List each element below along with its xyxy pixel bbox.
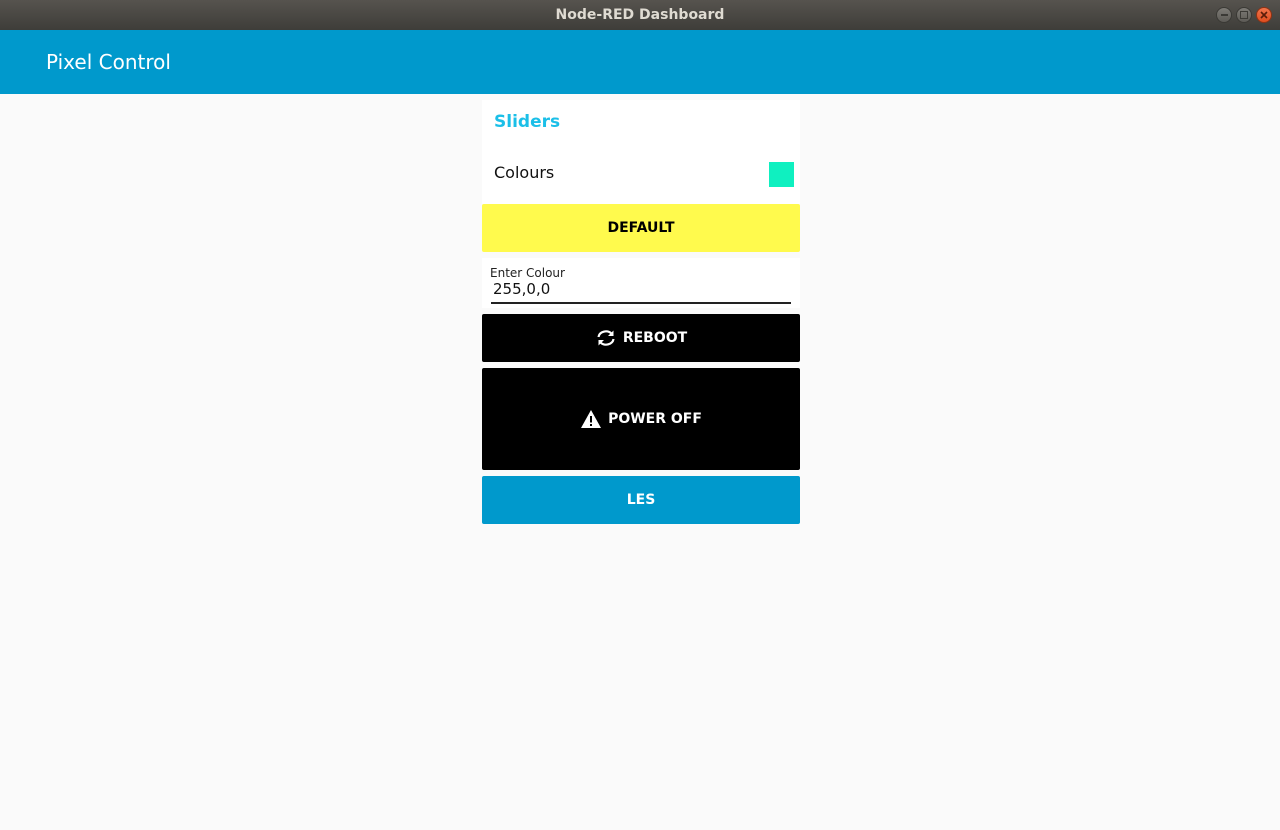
- window-titlebar[interactable]: Node-RED Dashboard: [0, 0, 1280, 30]
- window-title: Node-RED Dashboard: [555, 7, 725, 23]
- colour-swatch[interactable]: [769, 162, 794, 187]
- minimize-icon: [1217, 8, 1231, 22]
- colour-label: Colours: [494, 163, 555, 182]
- group-title: Sliders: [494, 112, 561, 132]
- colour-input[interactable]: [491, 278, 791, 304]
- colour-input-card: Enter Colour: [482, 258, 800, 308]
- default-button-label: DEFAULT: [607, 220, 675, 236]
- default-button[interactable]: DEFAULT: [482, 204, 800, 252]
- app-toolbar: Pixel Control: [0, 30, 1280, 94]
- reboot-button[interactable]: REBOOT: [482, 314, 800, 362]
- sliders-card: Sliders Colours: [482, 100, 800, 204]
- window-controls: [1216, 7, 1272, 23]
- warning-icon: [580, 409, 602, 429]
- dashboard-group: Sliders Colours DEFAULT Enter Colour REB…: [482, 100, 800, 524]
- maximize-button[interactable]: [1236, 7, 1252, 23]
- power-off-button-label: POWER OFF: [608, 411, 702, 427]
- reboot-button-label: REBOOT: [622, 330, 688, 346]
- minimize-button[interactable]: [1216, 7, 1232, 23]
- refresh-icon: [595, 329, 617, 347]
- close-icon: [1257, 8, 1271, 22]
- les-button-label: LES: [626, 492, 656, 508]
- power-off-button[interactable]: POWER OFF: [482, 368, 800, 470]
- colour-picker-row: Colours: [482, 144, 800, 204]
- les-button[interactable]: LES: [482, 476, 800, 524]
- close-button[interactable]: [1256, 7, 1272, 23]
- page-title: Pixel Control: [46, 50, 171, 74]
- maximize-icon: [1237, 8, 1251, 22]
